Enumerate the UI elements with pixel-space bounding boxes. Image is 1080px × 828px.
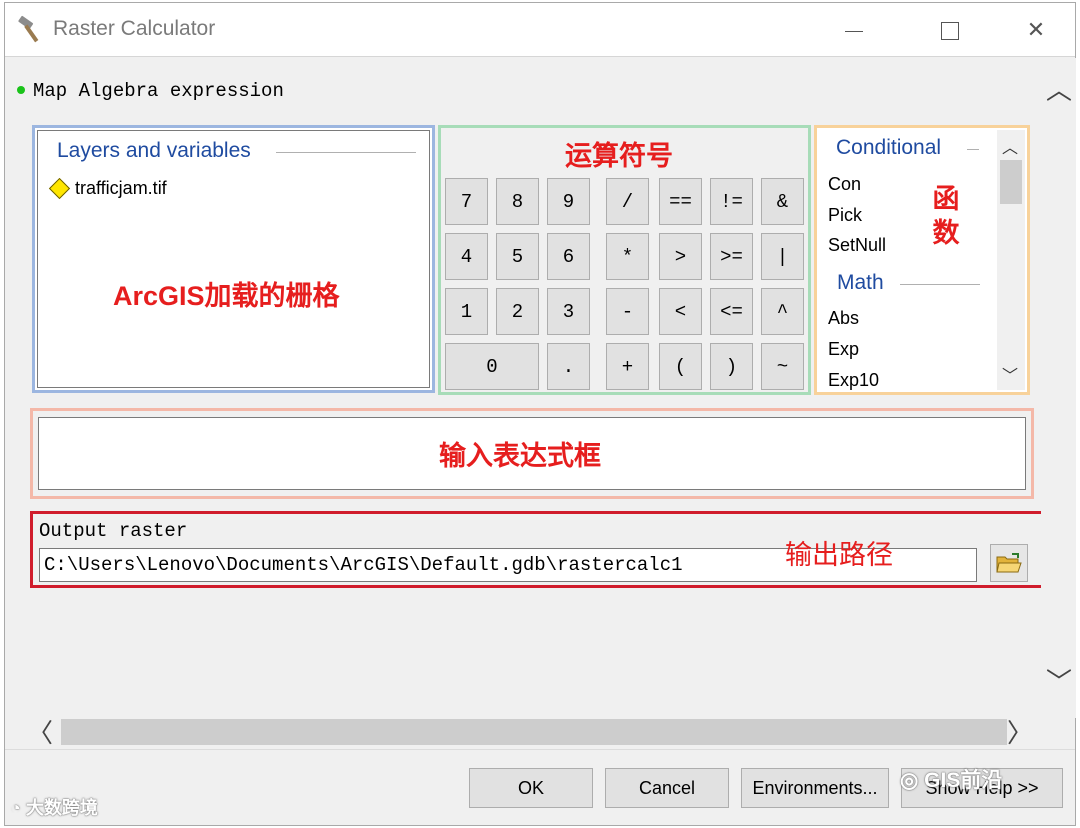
function-item-exp[interactable]: Exp <box>828 339 859 360</box>
section-divider <box>276 152 416 153</box>
window-title: Raster Calculator <box>53 17 216 40</box>
op-button-or[interactable]: | <box>761 233 804 280</box>
functions-scrollbar[interactable]: ︿ ﹀ <box>997 130 1025 390</box>
dialog-content: Map Algebra expression Layers and variab… <box>5 58 1044 718</box>
minimize-button[interactable] <box>831 11 877 49</box>
layer-item[interactable]: trafficjam.tif <box>48 177 167 200</box>
op-button-close-paren[interactable]: ) <box>710 343 753 390</box>
horizontal-scrollbar[interactable]: 〈 〉 <box>19 715 1041 749</box>
function-item-con[interactable]: Con <box>828 174 861 195</box>
scroll-down-arrow-icon[interactable]: ﹀ <box>1046 662 1072 699</box>
expression-annotation: 输入表达式框 <box>439 441 601 471</box>
op-button-6[interactable]: 6 <box>547 233 590 280</box>
section-divider <box>900 284 980 285</box>
op-button-and[interactable]: & <box>761 178 804 225</box>
layers-annotation: ArcGIS加载的栅格 <box>113 281 340 311</box>
op-button-less[interactable]: < <box>659 288 702 335</box>
scroll-thumb[interactable] <box>61 719 1007 745</box>
op-button-decimal[interactable]: . <box>547 343 590 390</box>
function-item-pick[interactable]: Pick <box>828 205 862 226</box>
watermark-logo-icon: ◔ <box>10 798 21 818</box>
watermark-right-text: GIS前沿 <box>924 769 1003 792</box>
op-button-divide[interactable]: / <box>606 178 649 225</box>
maximize-icon <box>941 22 959 41</box>
op-button-minus[interactable]: - <box>606 288 649 335</box>
op-button-less-equal[interactable]: <= <box>710 288 753 335</box>
operators-panel: 运算符号 7 8 9 / == != & 4 5 6 * > >= | 1 2 … <box>438 125 811 395</box>
op-button-multiply[interactable]: * <box>606 233 649 280</box>
layer-item-label: trafficjam.tif <box>75 178 167 198</box>
op-button-3[interactable]: 3 <box>547 288 590 335</box>
output-raster-label: Output raster <box>39 520 188 542</box>
function-item-setnull[interactable]: SetNull <box>828 235 886 256</box>
hammer-icon <box>18 15 39 43</box>
expression-label: Map Algebra expression <box>33 80 284 102</box>
op-button-0[interactable]: 0 <box>445 343 539 390</box>
close-button[interactable]: ✕ <box>1013 11 1059 49</box>
op-button-not-equal[interactable]: != <box>710 178 753 225</box>
output-annotation: 输出路径 <box>785 540 893 570</box>
scroll-right-arrow-icon[interactable]: 〉 <box>1007 713 1033 750</box>
op-button-xor[interactable]: ^ <box>761 288 804 335</box>
op-button-2[interactable]: 2 <box>496 288 539 335</box>
functions-annotation: 函数 <box>932 184 960 248</box>
scroll-up-arrow-icon[interactable]: ︿ <box>1046 70 1072 107</box>
section-divider <box>967 149 979 150</box>
vertical-scrollbar[interactable]: ︿ ﹀ <box>1041 58 1076 718</box>
function-item-abs[interactable]: Abs <box>828 308 859 329</box>
wechat-icon: ◎ <box>900 769 919 792</box>
op-button-8[interactable]: 8 <box>496 178 539 225</box>
layers-section-title: Layers and variables <box>57 139 251 162</box>
op-button-1[interactable]: 1 <box>445 288 488 335</box>
maximize-button[interactable] <box>927 11 973 49</box>
required-indicator-icon <box>17 86 25 94</box>
op-button-plus[interactable]: + <box>606 343 649 390</box>
watermark-right: ◎ GIS前沿 <box>900 764 1002 794</box>
layers-list[interactable]: Layers and variables trafficjam.tif ArcG… <box>37 130 430 388</box>
open-folder-icon <box>996 553 1022 573</box>
browse-button[interactable] <box>990 544 1028 582</box>
op-button-not[interactable]: ~ <box>761 343 804 390</box>
raster-calculator-window: Raster Calculator ✕ Map Algebra expressi… <box>4 2 1076 826</box>
layers-panel: Layers and variables trafficjam.tif ArcG… <box>32 125 435 393</box>
expression-box-frame: 输入表达式框 <box>30 408 1034 499</box>
function-group-title: Math <box>837 271 884 294</box>
op-button-equal[interactable]: == <box>659 178 702 225</box>
environments-button[interactable]: Environments... <box>741 768 889 808</box>
ok-button[interactable]: OK <box>469 768 593 808</box>
minimize-icon <box>845 30 863 32</box>
watermark-left: ◔ 大数跨境 <box>10 794 98 820</box>
cancel-button[interactable]: Cancel <box>605 768 729 808</box>
function-group-title: Conditional <box>836 136 942 159</box>
scroll-down-arrow-icon[interactable]: ﹀ <box>1002 362 1018 386</box>
op-button-5[interactable]: 5 <box>496 233 539 280</box>
raster-layer-icon <box>48 177 71 200</box>
op-button-4[interactable]: 4 <box>445 233 488 280</box>
op-button-open-paren[interactable]: ( <box>659 343 702 390</box>
op-button-greater[interactable]: > <box>659 233 702 280</box>
functions-panel[interactable]: Conditional Con Pick SetNull Math Abs Ex… <box>814 125 1030 395</box>
output-raster-frame: Output raster C:\Users\Lenovo\Documents\… <box>30 511 1044 588</box>
expression-input[interactable]: 输入表达式框 <box>38 417 1026 490</box>
title-bar: Raster Calculator ✕ <box>5 3 1075 57</box>
watermark-left-text: 大数跨境 <box>25 798 98 818</box>
op-button-7[interactable]: 7 <box>445 178 488 225</box>
operators-annotation: 运算符号 <box>565 141 673 171</box>
scroll-thumb[interactable] <box>1000 160 1022 204</box>
function-item-exp10[interactable]: Exp10 <box>828 370 879 391</box>
op-button-9[interactable]: 9 <box>547 178 590 225</box>
scroll-up-arrow-icon[interactable]: ︿ <box>1002 134 1018 158</box>
scroll-left-arrow-icon[interactable]: 〈 <box>27 713 53 750</box>
op-button-greater-equal[interactable]: >= <box>710 233 753 280</box>
